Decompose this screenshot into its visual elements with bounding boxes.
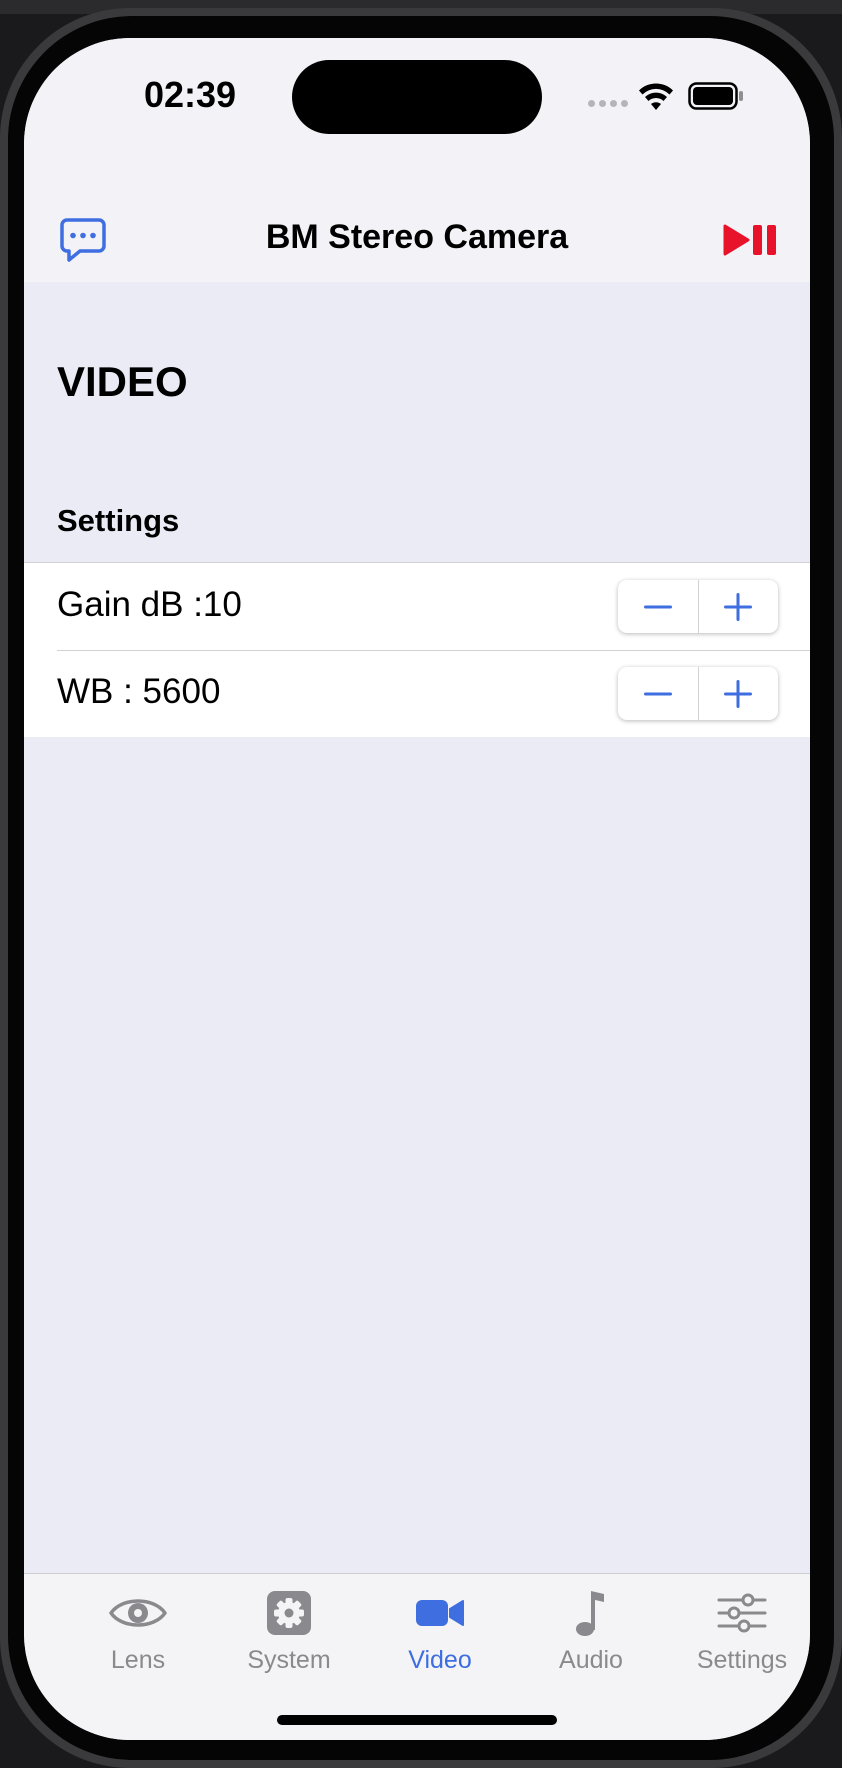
minus-icon xyxy=(643,692,672,695)
page-title: VIDEO xyxy=(57,358,188,405)
tab-label-lens: Lens xyxy=(110,1646,166,1674)
gain-decrement-button[interactable] xyxy=(618,580,698,633)
gain-stepper xyxy=(618,580,778,633)
home-indicator xyxy=(277,1715,557,1725)
dynamic-island xyxy=(292,60,542,134)
play-pause-icon[interactable] xyxy=(722,222,778,258)
wifi-icon xyxy=(639,83,673,110)
navigation-bar: BM Stereo Camera xyxy=(24,178,810,282)
status-time: 02:39 xyxy=(143,74,237,115)
video-camera-icon xyxy=(416,1600,464,1626)
minus-icon xyxy=(643,605,672,608)
wb-increment-button[interactable] xyxy=(699,667,779,720)
status-bar: 02:39 xyxy=(24,38,810,178)
gain-increment-button[interactable] xyxy=(699,580,779,633)
tab-label-audio: Audio xyxy=(559,1646,623,1674)
eye-icon xyxy=(109,1599,167,1627)
tab-label-video: Video xyxy=(408,1646,472,1674)
tab-label-settings: Settings xyxy=(696,1646,788,1674)
cellular-signal-icon xyxy=(588,100,628,107)
phone-screen: 02:39 BM Stereo Camera VIDEO Settings Ga… xyxy=(24,38,810,1740)
nav-title: BM Stereo Camera xyxy=(265,218,569,256)
battery-icon xyxy=(688,82,743,110)
wb-decrement-button[interactable] xyxy=(618,667,698,720)
gain-label: Gain dB :10 xyxy=(57,585,242,624)
wb-stepper xyxy=(618,667,778,720)
music-note-icon xyxy=(576,1591,604,1636)
tab-label-system: System xyxy=(247,1646,331,1674)
tab-video[interactable]: Video xyxy=(370,1588,510,1678)
settings-row-wb: WB : 5600 xyxy=(24,650,810,737)
wb-label: WB : 5600 xyxy=(57,672,221,711)
tab-audio[interactable]: Audio xyxy=(521,1588,661,1678)
tab-system[interactable]: System xyxy=(219,1588,359,1678)
tab-settings[interactable]: Settings xyxy=(672,1588,810,1678)
sliders-icon xyxy=(717,1593,767,1633)
settings-list: Gain dB :10 WB : 5600 xyxy=(24,562,810,737)
plus-icon xyxy=(724,592,753,621)
settings-row-gain: Gain dB :10 xyxy=(24,563,810,650)
tab-lens[interactable]: Lens xyxy=(68,1588,208,1678)
section-header: Settings xyxy=(57,503,180,538)
plus-icon xyxy=(724,679,753,708)
gear-icon xyxy=(267,1591,311,1635)
